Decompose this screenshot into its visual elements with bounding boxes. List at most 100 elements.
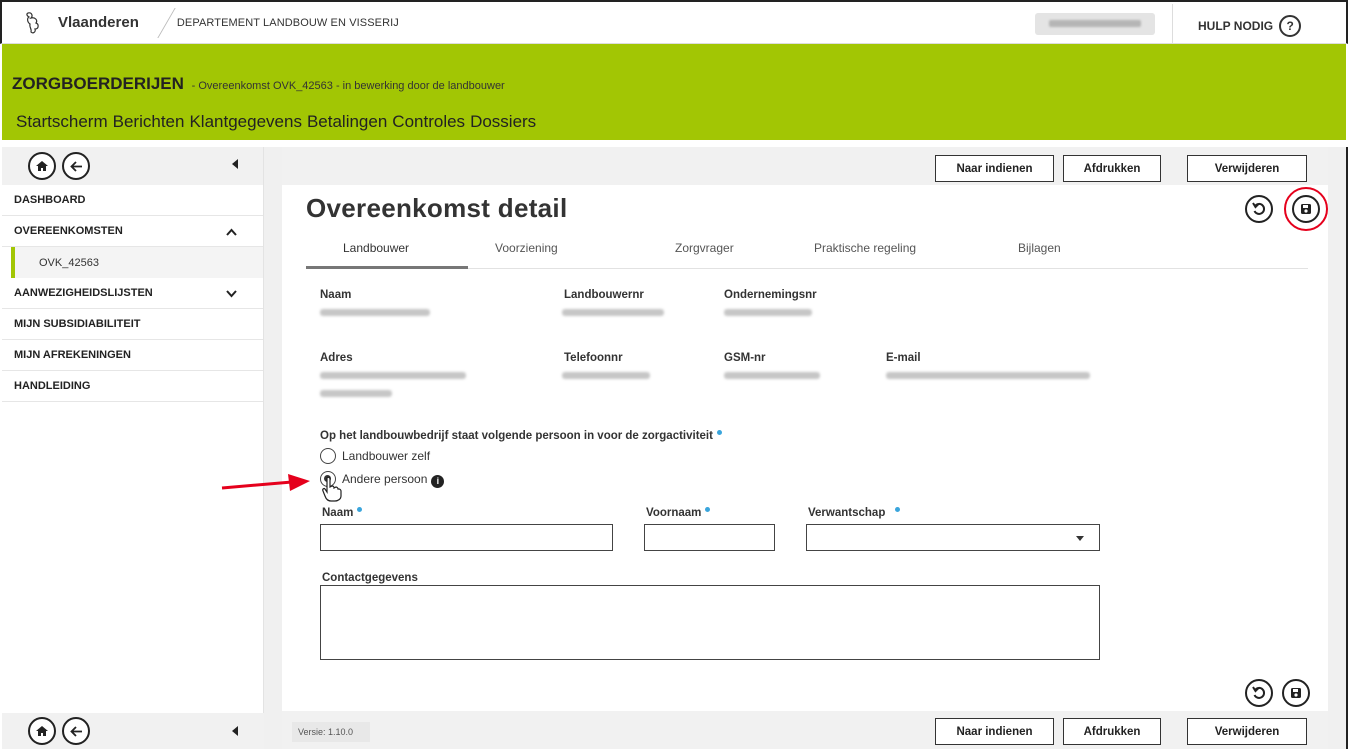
delete-button[interactable]: Verwijderen	[1187, 718, 1307, 745]
label-email: E-mail	[886, 352, 921, 364]
label-text: Naam	[322, 507, 354, 519]
delete-button[interactable]: Verwijderen	[1187, 155, 1307, 182]
label-person-naam: Naam	[322, 507, 363, 519]
undo-icon[interactable]	[1245, 195, 1273, 223]
nav-betalingen[interactable]: Betalingen	[307, 112, 387, 132]
sidebar-item-label: MIJN AFREKENINGEN	[14, 349, 131, 361]
value-adres-redacted	[320, 372, 466, 379]
radio-landbouwer-zelf[interactable]	[320, 448, 336, 464]
sidebar-item-label: AANWEZIGHEIDSLIJSTEN	[14, 287, 153, 299]
action-bar-top: Naar indienen Afdrukken Verwijderen	[282, 147, 1328, 185]
sidebar-header	[2, 147, 263, 185]
value-adres-redacted	[320, 390, 392, 397]
tab-landbouwer[interactable]: Landbouwer	[343, 241, 409, 255]
top-bar: Vlaanderen DEPARTEMENT LANDBOUW EN VISSE…	[0, 0, 1348, 44]
nav-controles[interactable]: Controles	[392, 112, 465, 132]
main-content: Naar indienen Afdrukken Verwijderen Over…	[282, 147, 1328, 749]
sidebar-item-overeenkomsten[interactable]: OVEREENKOMSTEN	[2, 216, 263, 247]
back-arrow-icon[interactable]	[62, 717, 90, 745]
value-gsm-redacted	[724, 372, 820, 379]
app-title: ZORGBOERDERIJEN - Overeenkomst OVK_42563…	[12, 74, 505, 94]
required-indicator	[895, 507, 901, 512]
undo-icon[interactable]	[1245, 679, 1273, 707]
option-andere-persoon[interactable]: Andere persoon i	[342, 472, 445, 488]
question-text: Op het landbouwbedrijf staat volgende pe…	[320, 430, 713, 442]
action-bar-bottom: Versie: 1.10.0 Naar indienen Afdrukken V…	[282, 711, 1328, 749]
print-button[interactable]: Afdrukken	[1063, 718, 1161, 745]
nav-klantgegevens[interactable]: Klantgegevens	[189, 112, 301, 132]
sidebar-item-subsidiabiliteit[interactable]: MIJN SUBSIDIABILITEIT	[2, 309, 263, 340]
required-indicator	[705, 507, 711, 512]
sidebar-item-label: MIJN SUBSIDIABILITEIT	[14, 318, 141, 330]
label-gsm: GSM-nr	[724, 352, 766, 364]
sidebar-item-label: DASHBOARD	[14, 194, 86, 206]
sidebar-item-aanwezigheidslijsten[interactable]: AANWEZIGHEIDSLIJSTEN	[2, 278, 263, 309]
option-andere-persoon-label: Andere persoon	[342, 472, 428, 486]
label-ondernemingsnr: Ondernemingsnr	[724, 289, 817, 301]
sidebar-item-label: HANDLEIDING	[14, 380, 91, 392]
sidebar-item-ovk[interactable]: OVK_42563	[11, 247, 263, 278]
flemish-lion-icon	[18, 3, 50, 43]
label-landbouwernr: Landbouwernr	[564, 289, 644, 301]
tab-praktische-regeling[interactable]: Praktische regeling	[814, 241, 916, 255]
sidebar-item-handleiding[interactable]: HANDLEIDING	[2, 371, 263, 402]
home-icon[interactable]	[28, 152, 56, 180]
label-text: Voornaam	[646, 507, 702, 519]
label-voornaam: Voornaam	[646, 507, 711, 519]
help-label: HULP NODIG	[1198, 19, 1274, 33]
value-ondernemingsnr-redacted	[724, 309, 812, 316]
nav-dossiers[interactable]: Dossiers	[470, 112, 536, 132]
collapse-sidebar-icon[interactable]	[232, 159, 238, 169]
option-landbouwer-zelf[interactable]: Landbouwer zelf	[342, 449, 430, 463]
person-naam-input[interactable]	[320, 524, 613, 551]
verwantschap-select[interactable]	[806, 524, 1100, 551]
sidebar-item-label: OVEREENKOMSTEN	[14, 225, 123, 237]
hand-cursor-icon	[322, 476, 342, 502]
home-icon[interactable]	[28, 717, 56, 745]
back-arrow-icon[interactable]	[62, 152, 90, 180]
help-button[interactable]: HULP NODIG ?	[1198, 15, 1302, 37]
value-landbouwernr-redacted	[562, 309, 664, 316]
submit-button[interactable]: Naar indienen	[935, 155, 1054, 182]
caret-down-icon	[1076, 536, 1084, 541]
submit-button[interactable]: Naar indienen	[935, 718, 1054, 745]
label-telefoonnr: Telefoonnr	[564, 352, 623, 364]
save-icon[interactable]	[1282, 679, 1310, 707]
dossier-status: - Overeenkomst OVK_42563 - in bewerking …	[191, 80, 505, 92]
tab-bijlagen[interactable]: Bijlagen	[1018, 241, 1061, 255]
chevron-up-icon	[226, 225, 237, 239]
gutter	[1328, 147, 1348, 749]
chevron-down-icon	[226, 287, 237, 301]
main-nav: Startscherm Berichten Klantgegevens Beta…	[16, 112, 536, 132]
label-text: Verwantschap	[808, 507, 886, 519]
user-profile[interactable]	[1035, 13, 1155, 35]
sidebar-item-afrekeningen[interactable]: MIJN AFREKENINGEN	[2, 340, 263, 371]
label-verwantschap: Verwantschap	[808, 507, 901, 519]
required-indicator	[716, 430, 722, 435]
print-button[interactable]: Afdrukken	[1063, 155, 1161, 182]
label-contactgegevens: Contactgegevens	[322, 572, 418, 584]
question-label: Op het landbouwbedrijf staat volgende pe…	[320, 430, 722, 442]
label-adres: Adres	[320, 352, 353, 364]
value-naam-redacted	[320, 309, 430, 316]
sidebar-item-dashboard[interactable]: DASHBOARD	[2, 185, 263, 216]
info-icon[interactable]: i	[431, 474, 445, 488]
divider	[1172, 4, 1173, 44]
version-label: Versie: 1.10.0	[292, 722, 370, 742]
sidebar: DASHBOARD OVEREENKOMSTEN OVK_42563 AANWE…	[2, 147, 264, 749]
page-title: Overeenkomst detail	[306, 193, 568, 223]
brand-name[interactable]: Vlaanderen	[58, 14, 139, 31]
tab-voorziening[interactable]: Voorziening	[495, 241, 558, 255]
nav-berichten[interactable]: Berichten	[113, 112, 185, 132]
gutter	[264, 147, 282, 749]
contactgegevens-textarea[interactable]	[320, 585, 1100, 660]
nav-startscherm[interactable]: Startscherm	[16, 112, 108, 132]
voornaam-input[interactable]	[644, 524, 775, 551]
value-telefoonnr-redacted	[562, 372, 650, 379]
department-name[interactable]: DEPARTEMENT LANDBOUW EN VISSERIJ	[177, 17, 399, 29]
detail-tabs: Landbouwer Voorziening Zorgvrager Prakti…	[306, 233, 1308, 269]
required-indicator	[357, 507, 363, 512]
collapse-sidebar-icon[interactable]	[232, 726, 238, 736]
label-naam: Naam	[320, 289, 352, 301]
tab-zorgvrager[interactable]: Zorgvrager	[675, 241, 734, 255]
